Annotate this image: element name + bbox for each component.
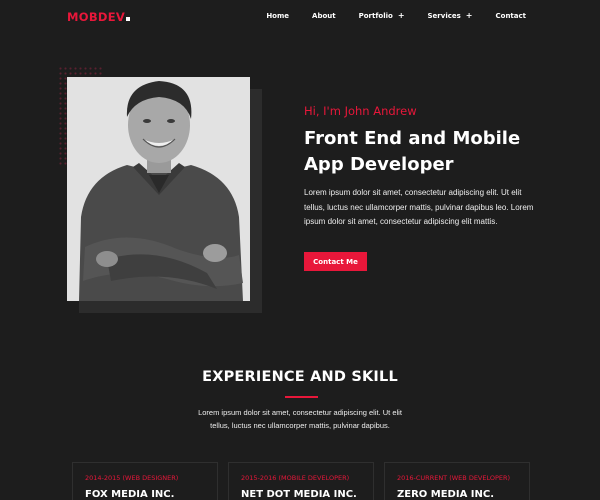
hero-text-block: Hi, I'm John Andrew Front End and Mobile… xyxy=(304,104,544,230)
plus-icon: + xyxy=(397,11,405,20)
card-company: ZERO MEDIA INC. xyxy=(397,489,495,500)
card-period: 2014-2015 (WEB DESIGNER) xyxy=(85,474,179,482)
title-underline xyxy=(285,396,318,398)
nav-item-about[interactable]: About xyxy=(312,12,336,20)
portrait-photo xyxy=(67,77,250,301)
card-company: NET DOT MEDIA INC. xyxy=(241,489,357,500)
card-company: FOX MEDIA INC. xyxy=(85,489,175,500)
card-period: 2016-CURRENT (WEB DEVELOPER) xyxy=(397,474,511,482)
experience-title: EXPERIENCE AND SKILL xyxy=(202,369,398,385)
plus-icon: + xyxy=(465,11,473,20)
logo-dot xyxy=(126,17,131,21)
nav-item-services[interactable]: Services + xyxy=(427,11,473,21)
portrait-illustration xyxy=(67,77,250,301)
nav-item-home[interactable]: Home xyxy=(266,12,289,20)
experience-card: 2014-2015 (WEB DESIGNER) FOX MEDIA INC. xyxy=(72,462,218,500)
experience-cards: 2014-2015 (WEB DESIGNER) FOX MEDIA INC. … xyxy=(72,462,530,500)
experience-card: 2015-2016 (MOBILE DEVELOPER) NET DOT MED… xyxy=(228,462,374,500)
nav-item-label: Home xyxy=(266,12,290,20)
nav-item-label: About xyxy=(312,12,336,20)
card-period: 2015-2016 (MOBILE DEVELOPER) xyxy=(241,474,350,482)
experience-card: 2016-CURRENT (WEB DEVELOPER) ZERO MEDIA … xyxy=(384,462,530,500)
experience-description: Lorem ipsum dolor sit amet, consectetur … xyxy=(198,408,402,430)
logo-text: MOBDEV xyxy=(67,10,126,24)
hero-description: Lorem ipsum dolor sit amet, consectetur … xyxy=(304,188,534,227)
hero-headline: Front End and Mobile App Developer xyxy=(304,128,521,175)
nav-item-label: Portfolio xyxy=(358,12,393,20)
main-nav: Home About Portfolio + Services + Contac… xyxy=(266,11,527,21)
contact-me-button[interactable]: Contact Me xyxy=(304,252,367,271)
nav-item-contact[interactable]: Contact xyxy=(496,12,527,20)
nav-item-label: Services xyxy=(427,12,461,20)
nav-item-portfolio[interactable]: Portfolio + xyxy=(358,11,405,21)
site-header: MOBDEV Home About Portfolio + Services +… xyxy=(0,0,600,34)
logo[interactable]: MOBDEV xyxy=(67,10,131,24)
nav-item-label: Contact xyxy=(495,12,527,20)
hero-greeting: Hi, I'm John Andrew xyxy=(304,104,417,118)
